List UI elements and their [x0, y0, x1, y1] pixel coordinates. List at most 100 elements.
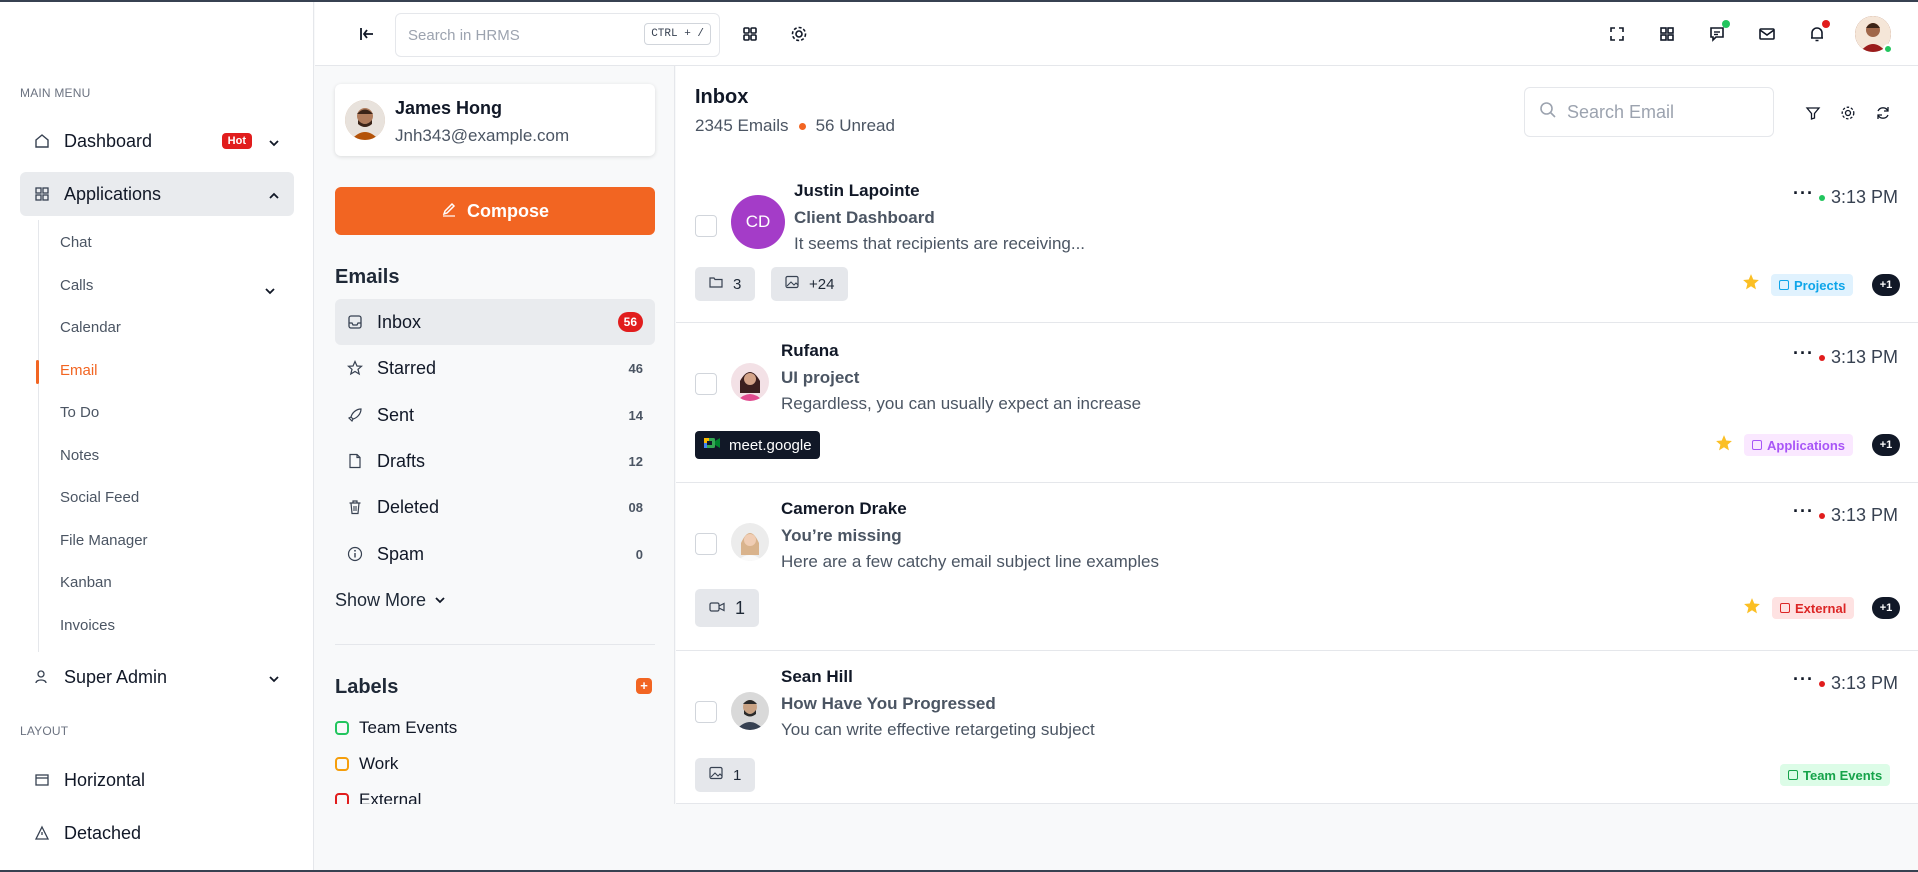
collapse-sidebar-icon[interactable] — [355, 22, 379, 46]
email-row[interactable]: Cameron Drake You’re missing Here are a … — [676, 483, 1918, 651]
tag-external[interactable]: External — [1772, 597, 1855, 619]
folder-icon — [709, 275, 723, 293]
row-checkbox[interactable] — [695, 215, 717, 237]
chevron-down-icon[interactable] — [268, 133, 280, 154]
folder-starred[interactable]: Starred 46 — [335, 345, 655, 391]
sidebar-sub-todo[interactable]: To Do — [60, 404, 99, 421]
sidebar-item-detached[interactable]: Detached — [20, 811, 294, 855]
row-checkbox[interactable] — [695, 373, 717, 395]
image-attachment-chip[interactable]: 1 — [695, 758, 756, 792]
sidebar-item-horizontal[interactable]: Horizontal — [20, 758, 294, 802]
refresh-icon[interactable] — [1874, 104, 1892, 122]
sender-name: Sean Hill — [781, 667, 853, 686]
tag-label: Projects — [1794, 277, 1846, 293]
fullscreen-icon[interactable] — [1605, 22, 1629, 46]
star-icon — [347, 360, 363, 376]
sidebar-sub-file-manager[interactable]: File Manager — [60, 532, 148, 549]
star-icon[interactable] — [1743, 597, 1761, 615]
sidebar-sub-notes[interactable]: Notes — [60, 447, 99, 464]
sidebar-sub-calendar[interactable]: Calendar — [60, 319, 121, 336]
label-square-icon — [335, 793, 349, 804]
label-work[interactable]: Work — [335, 754, 398, 774]
label-team-events[interactable]: Team Events — [335, 718, 457, 738]
top-header: Search in HRMS CTRL + / — [315, 2, 1918, 66]
tag-team-events[interactable]: Team Events — [1780, 764, 1891, 786]
sidebar-sub-calls[interactable]: Calls — [60, 277, 93, 294]
sidebar-item-applications[interactable]: Applications — [20, 172, 294, 216]
sender-name: Justin Lapointe — [794, 181, 920, 200]
star-icon[interactable] — [1742, 273, 1760, 291]
show-more-button[interactable]: Show More — [335, 590, 446, 611]
profile-avatar — [345, 100, 385, 140]
chevron-down-icon[interactable] — [264, 284, 276, 300]
row-checkbox[interactable] — [695, 533, 717, 555]
sidebar-sub-kanban[interactable]: Kanban — [60, 574, 112, 591]
sidebar-sub-chat[interactable]: Chat — [60, 234, 92, 251]
sender-name: Cameron Drake — [781, 499, 907, 518]
compose-label: Compose — [466, 200, 549, 221]
sidebar: MAIN MENU Dashboard Hot Applications Cha… — [0, 2, 314, 870]
time-text: 3:13 PM — [1831, 347, 1899, 367]
more-tags-badge[interactable]: +1 — [1872, 597, 1900, 619]
email-count: 2345 Emails — [695, 116, 789, 135]
folder-spam[interactable]: Spam 0 — [335, 531, 655, 577]
email-snippet: Regardless, you can usually expect an in… — [781, 394, 1142, 413]
label-external[interactable]: External — [335, 790, 421, 804]
settings-icon[interactable] — [787, 22, 811, 46]
more-options-icon[interactable]: ··· — [1793, 343, 1814, 364]
compose-button[interactable]: Compose — [335, 187, 655, 235]
more-tags-badge[interactable]: +1 — [1872, 274, 1900, 296]
tag-applications[interactable]: Applications — [1744, 434, 1854, 456]
meet-link-label: meet.google — [729, 436, 812, 454]
time-text: 3:13 PM — [1831, 673, 1899, 693]
folder-drafts[interactable]: Drafts 12 — [335, 438, 655, 484]
add-label-button[interactable]: + — [636, 678, 652, 694]
labels-section-title: Labels — [335, 676, 399, 698]
divider — [335, 644, 655, 645]
sidebar-sub-invoices[interactable]: Invoices — [60, 617, 115, 634]
mail-icon[interactable] — [1755, 22, 1779, 46]
search-email-input[interactable]: Search Email — [1524, 87, 1774, 137]
video-attachment-chip[interactable]: 1 — [695, 589, 760, 627]
sidebar-sub-social-feed[interactable]: Social Feed — [60, 489, 139, 506]
row-checkbox[interactable] — [695, 701, 717, 723]
folder-deleted[interactable]: Deleted 08 — [335, 484, 655, 530]
settings-icon[interactable] — [1839, 104, 1857, 122]
more-tags-badge[interactable]: +1 — [1872, 434, 1900, 456]
apps-grid-icon[interactable] — [1655, 22, 1679, 46]
star-icon[interactable] — [1715, 434, 1733, 452]
email-row[interactable]: Sean Hill How Have You Progressed You ca… — [676, 651, 1918, 804]
email-snippet: Here are a few catchy email subject line… — [781, 552, 1159, 571]
folder-sent[interactable]: Sent 14 — [335, 392, 655, 438]
image-icon — [709, 766, 723, 784]
tag-projects[interactable]: Projects — [1771, 274, 1854, 296]
image-attachment-chip[interactable]: +24 — [771, 267, 849, 301]
search-input[interactable]: Search in HRMS CTRL + / — [395, 13, 720, 57]
email-row[interactable]: CD Justin Lapointe Client Dashboard It s… — [676, 165, 1918, 323]
tag-label: External — [1795, 600, 1847, 616]
meet-link-chip[interactable]: meet.google — [695, 431, 820, 459]
folder-attachment-chip[interactable]: 3 — [695, 267, 756, 301]
info-icon — [347, 546, 363, 562]
tag-label: Team Events — [1803, 767, 1883, 783]
more-options-icon[interactable]: ··· — [1793, 669, 1814, 690]
status-dot — [1819, 354, 1825, 361]
sidebar-item-super-admin[interactable]: Super Admin — [20, 655, 294, 699]
folder-count: 14 — [628, 407, 643, 423]
main-menu-heading: MAIN MENU — [20, 86, 91, 100]
more-options-icon[interactable]: ··· — [1793, 183, 1814, 204]
rocket-icon — [347, 407, 363, 423]
sidebar-sub-email[interactable]: Email — [60, 362, 98, 379]
email-row[interactable]: Rufana UI project Regardless, you can us… — [676, 323, 1918, 483]
chevron-down-icon[interactable] — [268, 669, 280, 690]
tag-square-icon — [1779, 280, 1789, 290]
folder-inbox[interactable]: Inbox 56 — [335, 299, 655, 345]
sidebar-item-dashboard[interactable]: Dashboard Hot — [20, 119, 294, 163]
grid-icon[interactable] — [738, 22, 762, 46]
edit-icon — [441, 201, 457, 222]
more-options-icon[interactable]: ··· — [1793, 501, 1814, 522]
chip-count: 3 — [733, 275, 742, 293]
filter-icon[interactable] — [1804, 104, 1822, 122]
chevron-up-icon[interactable] — [268, 186, 280, 207]
tag-square-icon — [1788, 770, 1798, 780]
